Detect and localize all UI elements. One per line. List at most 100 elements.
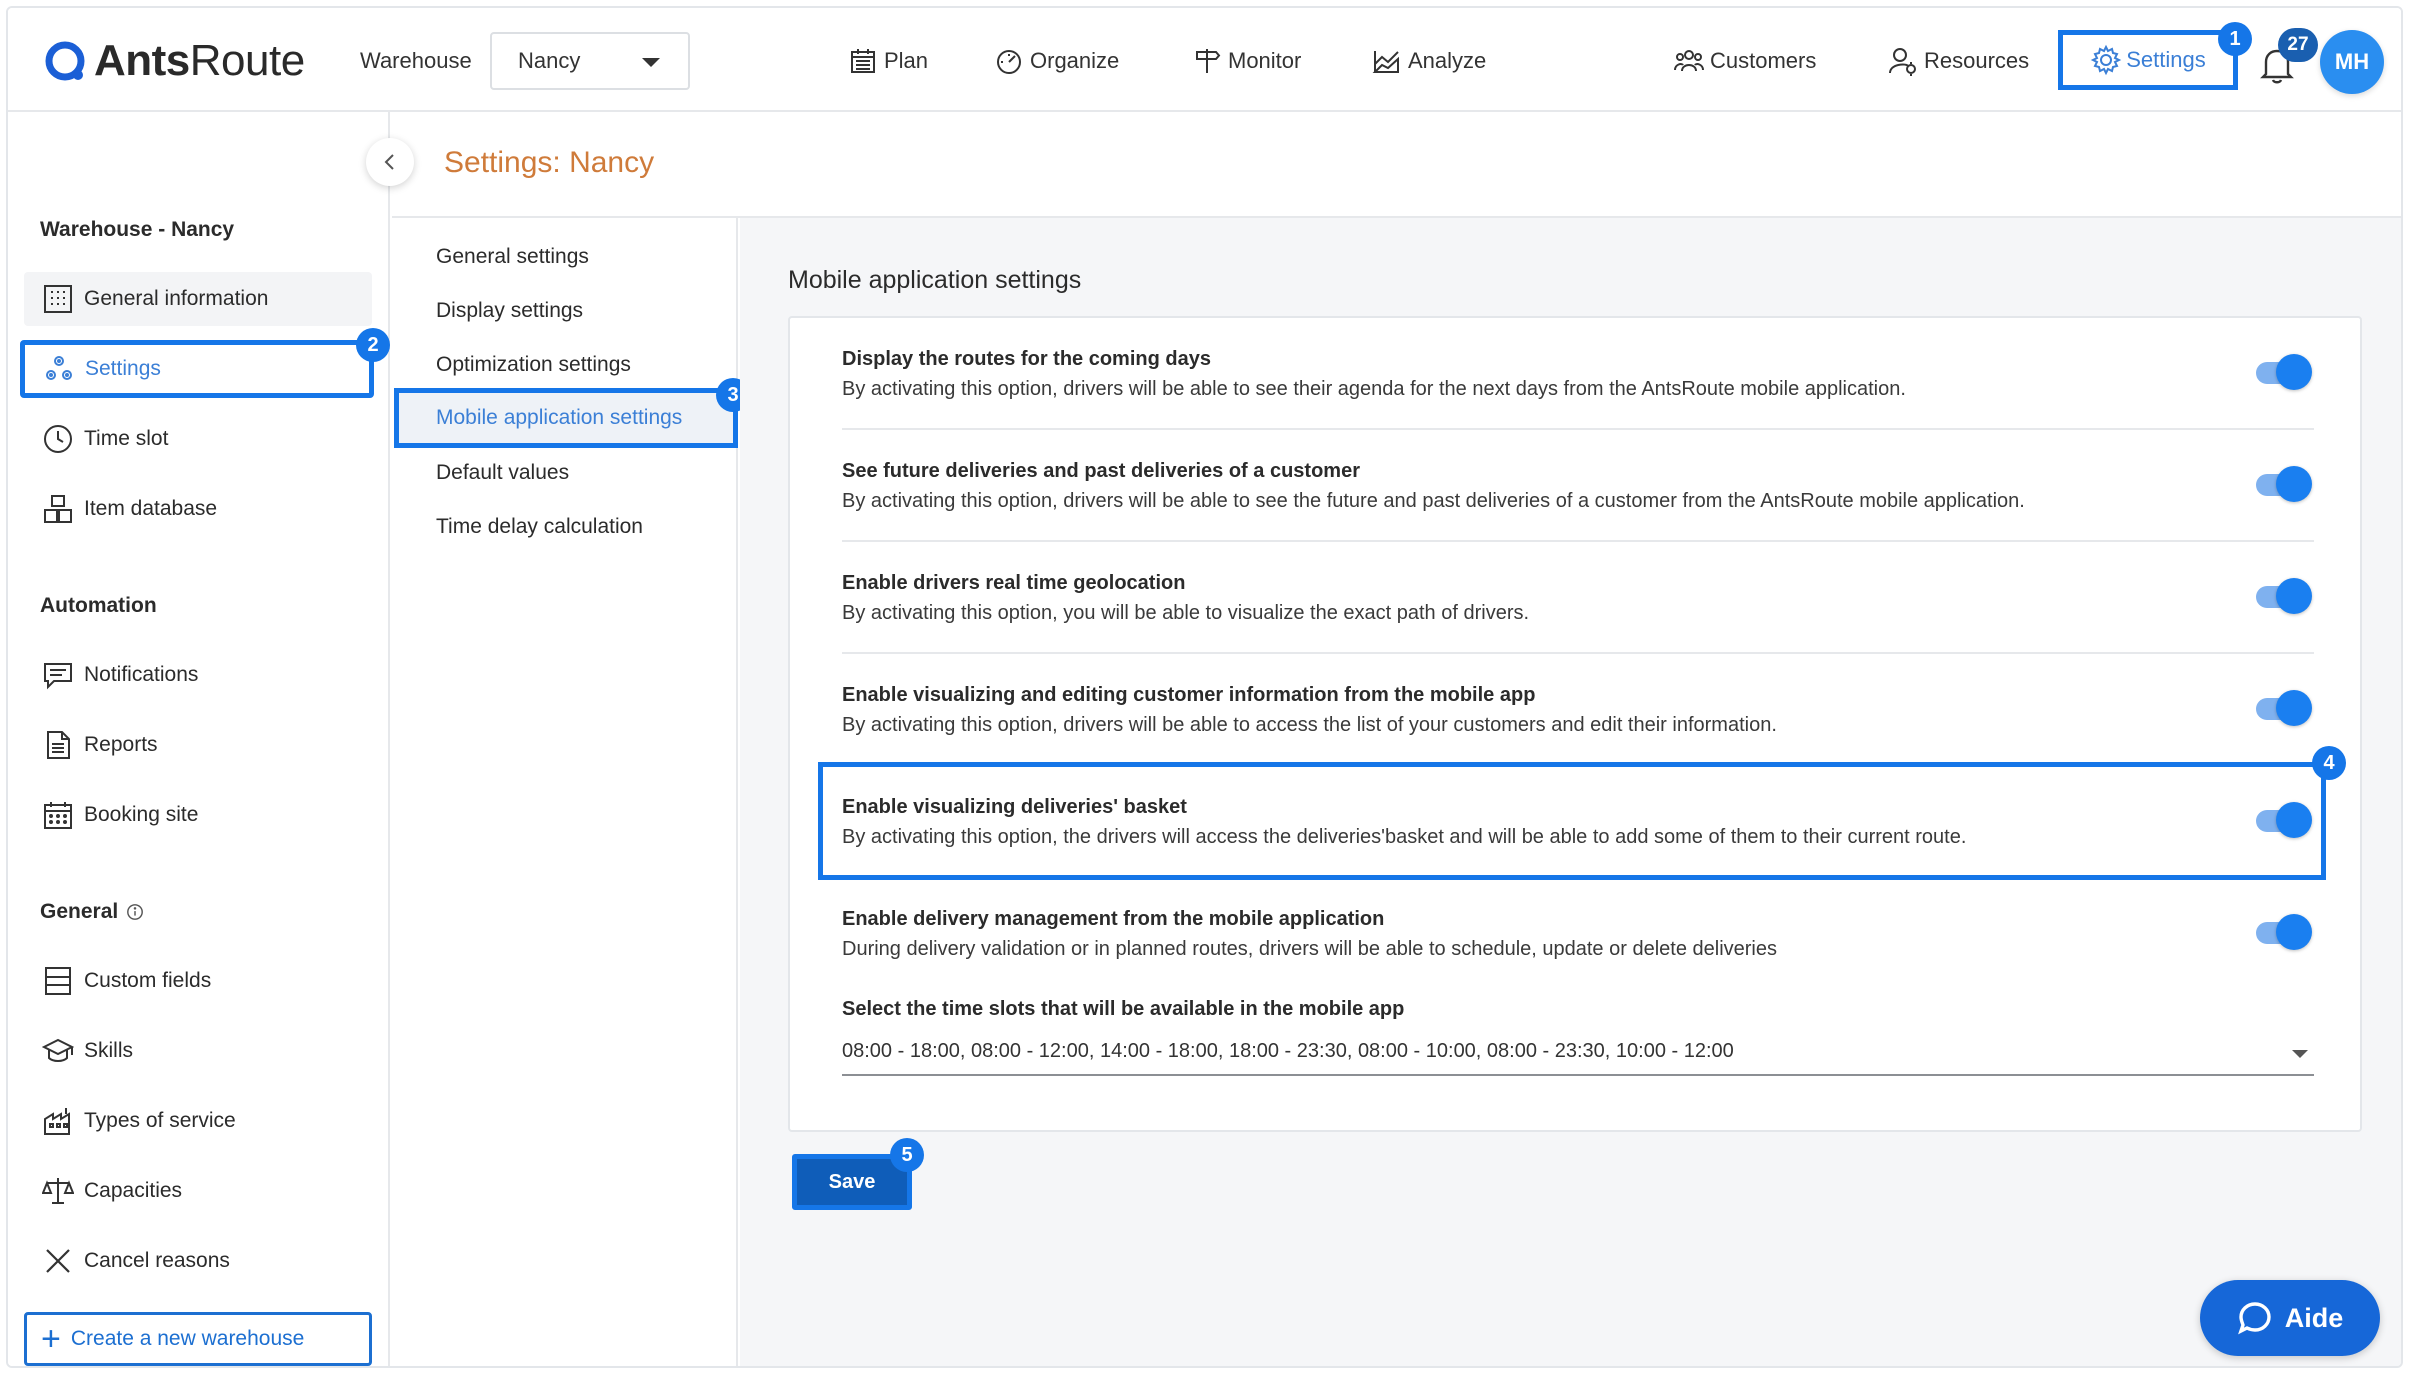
boxes-icon: [44, 495, 72, 523]
calendar-icon: [851, 49, 875, 73]
clock-icon: [44, 425, 72, 453]
option-toggle[interactable]: [2252, 912, 2314, 952]
warehouse-select[interactable]: Nancy: [490, 32, 690, 90]
option-description: By activating this option, drivers will …: [842, 714, 1777, 736]
nav-settings[interactable]: Settings: [2058, 30, 2238, 90]
people-icon: [1674, 50, 1704, 72]
nav-customers[interactable]: Customers: [1674, 44, 1816, 78]
sidebar-item-skills[interactable]: Skills: [24, 1024, 372, 1078]
logo-icon: [45, 41, 85, 81]
help-chat-button[interactable]: Aide: [2200, 1280, 2380, 1356]
create-warehouse-label: Create a new warehouse: [70, 1327, 305, 1350]
info-icon[interactable]: [126, 903, 144, 921]
option-description: By activating this option, drivers will …: [842, 490, 2025, 512]
avatar[interactable]: MH: [2320, 30, 2384, 94]
time-slots-label: Select the time slots that will be avail…: [842, 998, 1405, 1020]
page-header: Settings: Nancy: [392, 112, 2401, 218]
submenu-item-display-settings[interactable]: Display settings: [392, 284, 736, 338]
notification-count-badge: 27: [2278, 28, 2318, 62]
sidebar-item-item-database[interactable]: Item database: [24, 482, 372, 536]
nav-resources-label: Resources: [1924, 48, 2030, 73]
submenu-item-time-delay-calculation[interactable]: Time delay calculation: [392, 500, 736, 554]
nav-monitor[interactable]: Monitor: [1192, 44, 1301, 78]
nav-organize[interactable]: Organize: [994, 44, 1119, 78]
help-chat-label: Aide: [2284, 1302, 2344, 1333]
nav-settings-label: Settings: [2126, 47, 2206, 72]
option-title: See future deliveries and past deliverie…: [842, 460, 1360, 482]
step-badge-1: 1: [2218, 22, 2252, 56]
option-description: During delivery validation or in planned…: [842, 938, 1777, 960]
sidebar-item-time-slot[interactable]: Time slot: [24, 412, 372, 466]
option-description: By activating this option, drivers will …: [842, 378, 1906, 400]
signpost-icon: [1196, 49, 1221, 73]
sidebar-item-label: Item database: [84, 497, 218, 520]
sidebar-item-reports[interactable]: Reports: [24, 718, 372, 772]
main-content: Mobile application settings Display the …: [740, 218, 2401, 1366]
option-toggle[interactable]: [2252, 576, 2314, 616]
sidebar-section-warehouse: Warehouse - Nancy: [40, 218, 235, 241]
sidebar-item-capacities[interactable]: Capacities: [24, 1164, 372, 1218]
sidebar-item-label: Settings: [85, 357, 161, 380]
submenu-item-general-settings[interactable]: General settings: [392, 230, 736, 284]
factory-icon: [44, 1108, 70, 1135]
option-row: Enable delivery management from the mobi…: [842, 878, 2314, 990]
mobile-settings-card: Display the routes for the coming days B…: [788, 316, 2362, 1132]
nav-organize-label: Organize: [1030, 48, 1120, 73]
gauge-icon: [997, 50, 1021, 74]
option-toggle[interactable]: [2252, 464, 2314, 504]
graduation-cap-icon: [42, 1038, 74, 1062]
x-icon: [46, 1249, 70, 1273]
step-badge-5: 5: [890, 1138, 924, 1172]
chevron-left-icon: [384, 154, 394, 170]
user-gear-icon: [1889, 48, 1916, 76]
sidebar-item-label: Reports: [84, 733, 158, 756]
sidebar-item-custom-fields[interactable]: Custom fields: [24, 954, 372, 1008]
chat-bubble-icon: [2237, 1302, 2271, 1335]
sidebar-item-settings[interactable]: Settings: [20, 340, 374, 398]
collapse-sidebar-button[interactable]: [366, 138, 414, 186]
nav-resources[interactable]: Resources: [1888, 44, 2029, 78]
sidebar-item-label: Capacities: [84, 1179, 183, 1202]
warehouse-select-value: Nancy: [518, 48, 581, 73]
cogs-icon: [46, 356, 72, 380]
calendar-grid-icon: [44, 802, 72, 829]
option-toggle[interactable]: [2252, 688, 2314, 728]
option-row: Enable visualizing and editing customer …: [842, 654, 2314, 766]
option-title: Display the routes for the coming days: [842, 348, 1211, 370]
logo[interactable]: AntsRoute: [44, 36, 305, 86]
sidebar-item-booking-site[interactable]: Booking site: [24, 788, 372, 842]
plus-icon: +: [41, 1320, 61, 1358]
option-description: By activating this option, you will be a…: [842, 602, 1530, 624]
option-row: Enable drivers real time geolocation By …: [842, 542, 2314, 654]
submenu-item-default-values[interactable]: Default values: [392, 446, 736, 500]
sidebar-item-label: Types of service: [84, 1109, 236, 1132]
sidebar-item-label: Custom fields: [84, 969, 212, 992]
building-icon: [44, 285, 72, 313]
sidebar-item-label: General information: [84, 287, 269, 310]
option-row: See future deliveries and past deliverie…: [842, 430, 2314, 542]
nav-analyze[interactable]: Analyze: [1372, 44, 1486, 78]
sidebar-item-label: Skills: [84, 1039, 134, 1062]
logo-text: AntsRoute: [94, 36, 305, 85]
submenu-item-optimization-settings[interactable]: Optimization settings: [392, 338, 736, 392]
submenu-item-mobile-application-settings[interactable]: Mobile application settings: [394, 388, 738, 448]
list-icon: [45, 967, 71, 995]
sidebar-item-general-information[interactable]: General information: [24, 272, 372, 326]
warehouse-label: Warehouse: [360, 48, 472, 73]
option-title: Enable visualizing and editing customer …: [842, 684, 1536, 706]
chart-icon: [1372, 51, 1399, 73]
nav-plan[interactable]: Plan: [848, 44, 928, 78]
sidebar-section-general-label: General: [40, 900, 119, 923]
sidebar-item-cancel-reasons[interactable]: Cancel reasons: [24, 1234, 372, 1288]
option-toggle[interactable]: [2252, 352, 2314, 392]
create-warehouse-button[interactable]: + Create a new warehouse: [24, 1312, 372, 1366]
time-slots-value: 08:00 - 18:00, 08:00 - 12:00, 14:00 - 18…: [842, 1040, 1734, 1062]
option-row: Display the routes for the coming days B…: [842, 318, 2314, 430]
highlight-box: [818, 762, 2326, 880]
nav-monitor-label: Monitor: [1228, 48, 1302, 73]
step-badge-2: 2: [356, 328, 390, 362]
time-slots-select[interactable]: 08:00 - 18:00, 08:00 - 12:00, 14:00 - 18…: [842, 1030, 2314, 1076]
step-badge-4: 4: [2312, 746, 2346, 780]
sidebar-item-types-of-service[interactable]: Types of service: [24, 1094, 372, 1148]
sidebar-item-notifications[interactable]: Notifications: [24, 648, 372, 702]
